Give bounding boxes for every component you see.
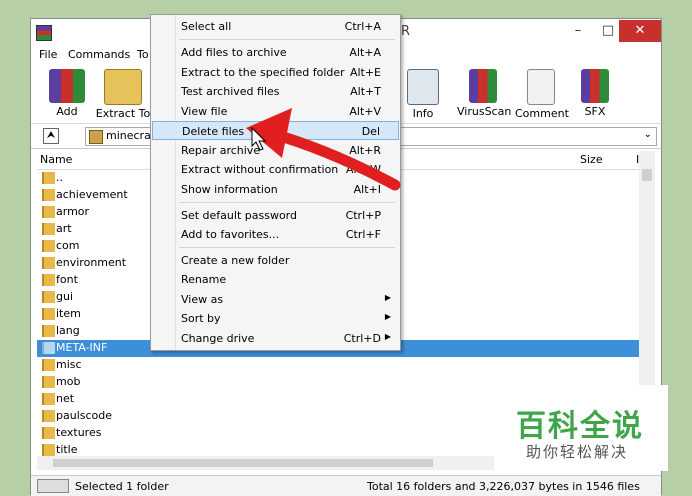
- watermark-slogan: 助你轻松解决: [526, 443, 629, 461]
- watermark-logo: 百科全说 助你轻松解决: [494, 385, 668, 471]
- watermark-title: 百科全说: [516, 409, 644, 444]
- arrow-shaft: [264, 127, 401, 191]
